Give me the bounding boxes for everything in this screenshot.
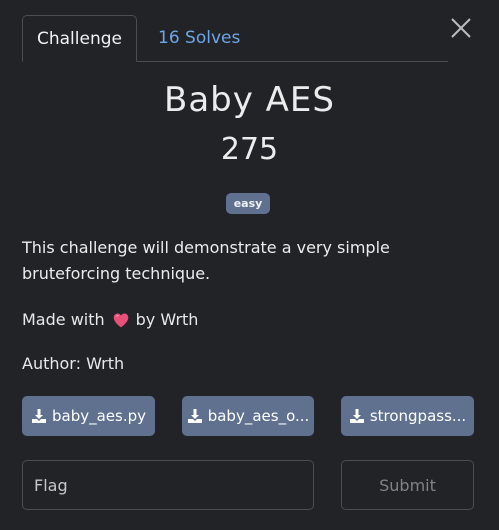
download-icon (31, 409, 46, 423)
made-with-prefix: Made with (22, 310, 105, 329)
file-label: baby_aes.py (51, 407, 146, 425)
download-icon (187, 409, 202, 423)
close-icon[interactable] (449, 16, 473, 40)
challenge-tabs: Challenge 16 Solves (22, 15, 448, 62)
download-icon (349, 409, 364, 423)
challenge-points: 275 (220, 132, 279, 167)
made-with-suffix: by Wrth (135, 310, 199, 329)
tab-challenge[interactable]: Challenge (22, 15, 137, 62)
submit-button[interactable]: Submit (341, 460, 474, 510)
heart-icon (113, 313, 128, 328)
file-download-button[interactable]: baby_aes.py (22, 396, 155, 436)
file-label: baby_aes_o... (207, 407, 310, 425)
made-with-line: Made with by Wrth (22, 308, 198, 332)
challenge-description: This challenge will demonstrate a very s… (22, 238, 390, 283)
submit-label: Submit (379, 475, 436, 495)
challenge-author: Author: Wrth (22, 354, 125, 373)
tab-challenge-label: Challenge (37, 28, 122, 49)
tab-solves[interactable]: 16 Solves (158, 15, 240, 61)
file-download-button[interactable]: strongpass... (341, 396, 474, 436)
flag-input[interactable] (22, 460, 314, 510)
file-label: strongpass... (369, 407, 467, 425)
difficulty-badge: easy (226, 193, 270, 214)
tab-solves-label: 16 Solves (158, 28, 241, 48)
file-download-button[interactable]: baby_aes_o... (182, 396, 314, 436)
challenge-title: Baby AES (164, 80, 335, 120)
